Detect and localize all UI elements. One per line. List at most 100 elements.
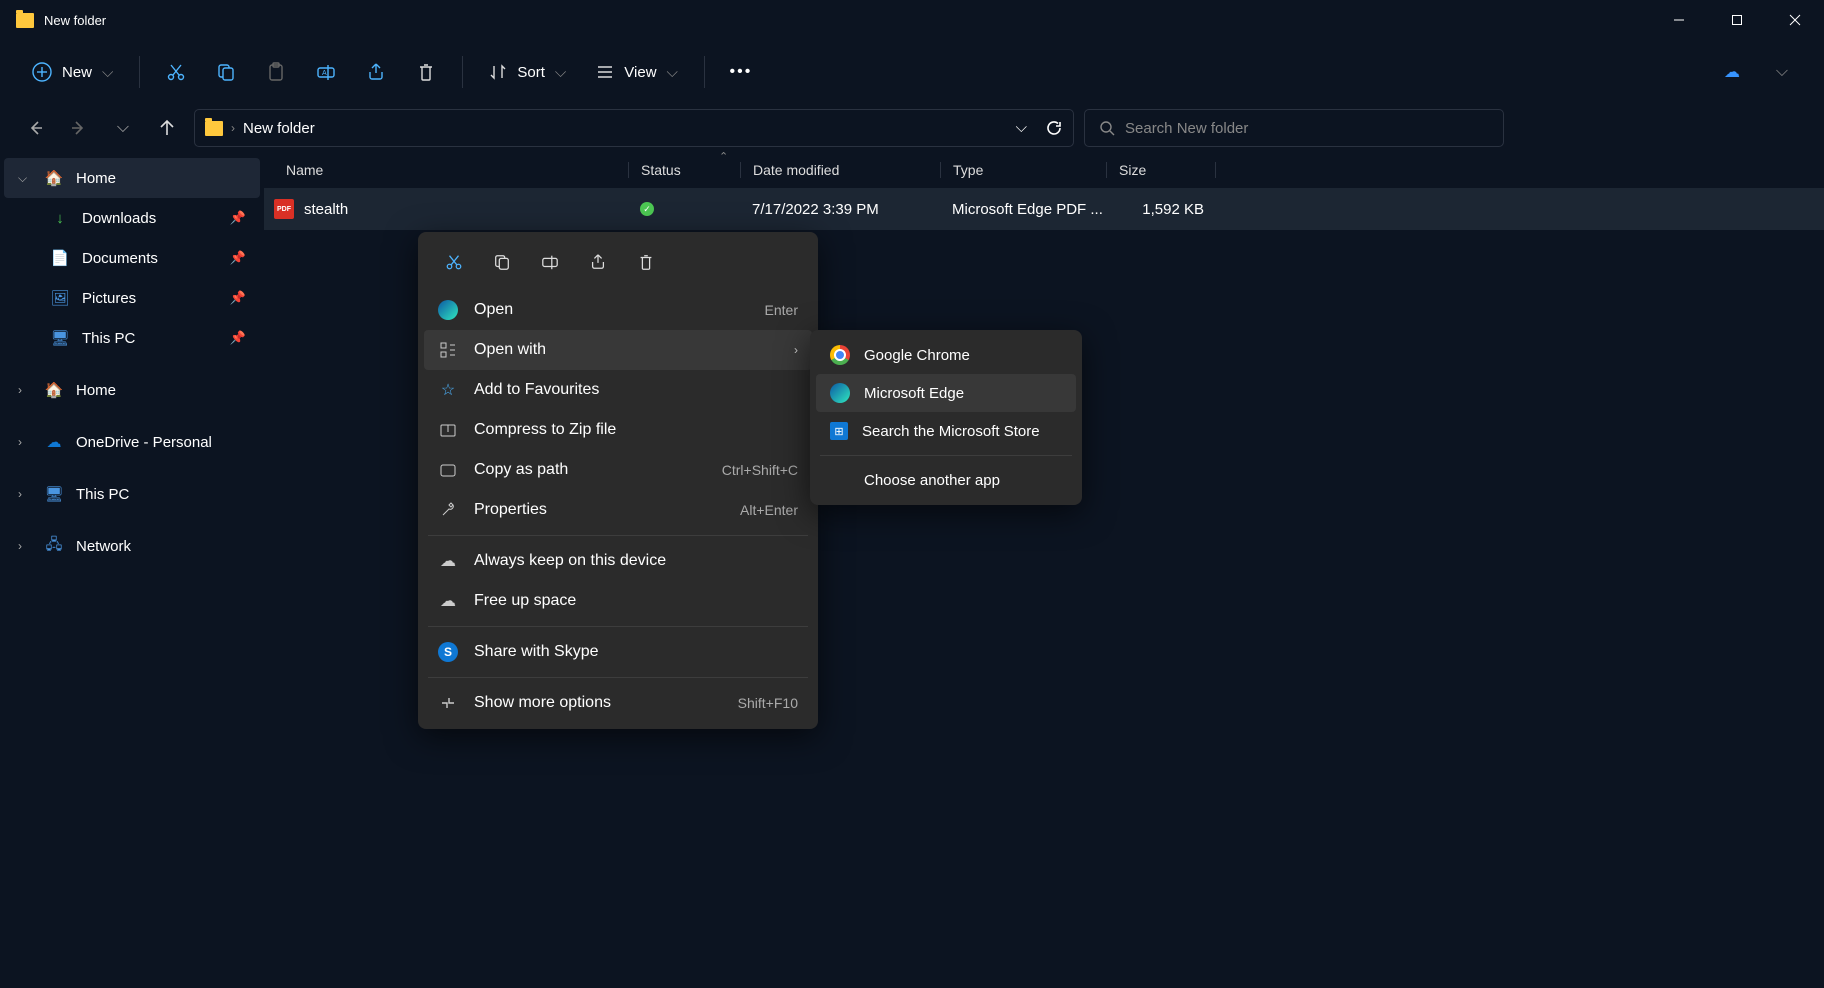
delete-button[interactable] xyxy=(404,53,448,91)
column-header-status[interactable]: Status xyxy=(628,162,740,178)
cloud-icon: ☁ xyxy=(1724,62,1740,82)
menu-more-options[interactable]: Show more optionsShift+F10 xyxy=(424,683,812,723)
search-box[interactable]: Search New folder xyxy=(1084,109,1504,147)
chevron-down-icon: ⌵ xyxy=(667,64,678,81)
cut-button[interactable] xyxy=(432,244,476,280)
details-pane-toggle[interactable]: ⌵ xyxy=(1760,53,1804,91)
sidebar-item-this-pc[interactable]: ›🖥This PC xyxy=(4,474,260,514)
delete-button[interactable] xyxy=(624,244,668,280)
context-menu: OpenEnter Open with› ☆Add to Favourites … xyxy=(418,232,818,729)
sidebar-item-this-pc-pinned[interactable]: 🖥This PC📌 xyxy=(4,318,260,358)
menu-zip[interactable]: Compress to Zip file xyxy=(424,410,812,450)
document-icon: 📄 xyxy=(50,249,70,267)
file-date-cell: 7/17/2022 3:39 PM xyxy=(740,201,940,218)
more-button[interactable]: ••• xyxy=(719,53,763,91)
sidebar-item-home[interactable]: ›🏠Home xyxy=(4,370,260,410)
chrome-icon xyxy=(830,345,850,365)
context-menu-toolbar xyxy=(424,238,812,290)
forward-button[interactable] xyxy=(62,111,96,145)
file-row[interactable]: PDF stealth 7/17/2022 3:39 PM Microsoft … xyxy=(264,188,1824,230)
scissors-icon xyxy=(166,62,186,82)
pin-icon: 📌 xyxy=(230,290,246,306)
open-with-icon xyxy=(438,341,458,359)
shortcut: Ctrl+Shift+C xyxy=(722,462,798,478)
copy-path-icon xyxy=(438,461,458,479)
submenu-edge[interactable]: Microsoft Edge xyxy=(816,374,1076,412)
maximize-button[interactable] xyxy=(1708,0,1766,40)
view-button[interactable]: View ⌵ xyxy=(584,55,690,89)
sidebar-item-network[interactable]: ›🖧Network xyxy=(4,526,260,566)
toolbar: New ⌵ A Sort ⌵ View ⌵ ••• ☁ ⌵ xyxy=(0,40,1824,104)
menu-free-space[interactable]: ☁Free up space xyxy=(424,581,812,621)
separator xyxy=(820,455,1072,456)
cloud-sync-icon: ☁ xyxy=(438,551,458,571)
sidebar-item-documents[interactable]: 📄Documents📌 xyxy=(4,238,260,278)
view-label: View xyxy=(624,64,656,81)
search-icon xyxy=(1099,120,1115,136)
edge-icon xyxy=(438,300,458,320)
recent-button[interactable]: ⌵ xyxy=(106,111,140,145)
sidebar-label: This PC xyxy=(76,486,129,503)
zip-icon xyxy=(438,421,458,439)
back-button[interactable] xyxy=(18,111,52,145)
menu-open[interactable]: OpenEnter xyxy=(424,290,812,330)
arrow-right-icon xyxy=(70,119,88,137)
chevron-down-icon[interactable]: ⌵ xyxy=(1016,119,1027,137)
sidebar-label: This PC xyxy=(82,330,135,347)
submenu-chrome[interactable]: Google Chrome xyxy=(816,336,1076,374)
submenu-store[interactable]: ⊞Search the Microsoft Store xyxy=(816,412,1076,450)
up-button[interactable] xyxy=(150,111,184,145)
minimize-button[interactable] xyxy=(1650,0,1708,40)
scissors-icon xyxy=(445,253,463,271)
pin-icon: 📌 xyxy=(230,330,246,346)
sync-status-icon xyxy=(640,202,654,216)
cloud-icon: ☁ xyxy=(44,433,64,451)
shortcut: Enter xyxy=(765,302,798,318)
paste-button[interactable] xyxy=(254,53,298,91)
store-icon: ⊞ xyxy=(830,422,848,440)
column-header-date[interactable]: Date modified xyxy=(740,162,940,178)
pin-icon: 📌 xyxy=(230,210,246,226)
rename-button[interactable]: A xyxy=(304,53,348,91)
column-header-name[interactable]: Name xyxy=(264,162,628,178)
address-path: New folder xyxy=(243,120,315,137)
rename-icon xyxy=(541,253,559,271)
sidebar-item-downloads[interactable]: ↓Downloads📌 xyxy=(4,198,260,238)
sidebar-item-onedrive[interactable]: ›☁OneDrive - Personal xyxy=(4,422,260,462)
home-icon: 🏠 xyxy=(44,381,64,399)
menu-label: Compress to Zip file xyxy=(474,421,616,439)
share-button[interactable] xyxy=(576,244,620,280)
separator xyxy=(428,677,808,678)
clipboard-icon xyxy=(266,62,286,82)
sidebar-item-pictures[interactable]: 🖼Pictures📌 xyxy=(4,278,260,318)
menu-label: Copy as path xyxy=(474,461,568,479)
onedrive-status-button[interactable]: ☁ xyxy=(1710,53,1754,91)
share-button[interactable] xyxy=(354,53,398,91)
rename-button[interactable] xyxy=(528,244,572,280)
new-button[interactable]: New ⌵ xyxy=(20,54,125,90)
menu-properties[interactable]: PropertiesAlt+Enter xyxy=(424,490,812,530)
sidebar-item-home-quick[interactable]: ⌵🏠Home xyxy=(4,158,260,198)
menu-favourites[interactable]: ☆Add to Favourites xyxy=(424,370,812,410)
menu-label: Free up space xyxy=(474,592,576,610)
copy-button[interactable] xyxy=(204,53,248,91)
sidebar-label: Pictures xyxy=(82,290,136,307)
skype-icon: S xyxy=(438,642,458,662)
copy-button[interactable] xyxy=(480,244,524,280)
close-button[interactable] xyxy=(1766,0,1824,40)
menu-share-skype[interactable]: SShare with Skype xyxy=(424,632,812,672)
address-bar[interactable]: › New folder ⌵ xyxy=(194,109,1074,147)
trash-icon xyxy=(637,253,655,271)
menu-copy-path[interactable]: Copy as path Ctrl+Shift+C xyxy=(424,450,812,490)
submenu-label: Microsoft Edge xyxy=(864,385,964,402)
cut-button[interactable] xyxy=(154,53,198,91)
menu-always-keep[interactable]: ☁Always keep on this device xyxy=(424,541,812,581)
pdf-icon: PDF xyxy=(274,199,294,219)
menu-open-with[interactable]: Open with› xyxy=(424,330,812,370)
refresh-button[interactable] xyxy=(1045,119,1063,137)
menu-label: Properties xyxy=(474,501,547,519)
sort-button[interactable]: Sort ⌵ xyxy=(477,55,578,89)
column-header-type[interactable]: Type xyxy=(940,162,1106,178)
submenu-choose-another[interactable]: Choose another app xyxy=(816,461,1076,499)
column-header-size[interactable]: Size xyxy=(1106,162,1216,178)
